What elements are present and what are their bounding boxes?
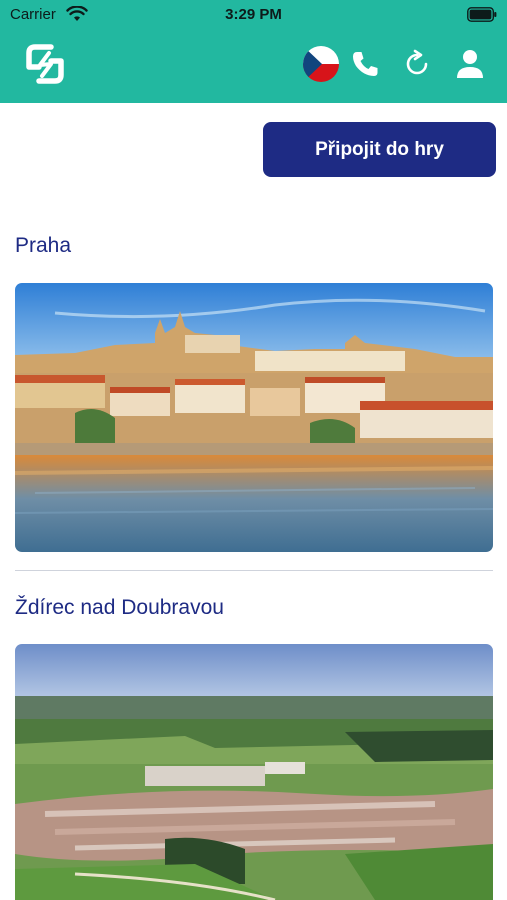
city-title-zdirec[interactable]: Ždírec nad Doubravou [15, 596, 224, 620]
city-title-praha[interactable]: Praha [15, 234, 71, 258]
czech-flag-icon[interactable] [303, 46, 339, 82]
status-time: 3:29 PM [225, 6, 282, 23]
city-image-praha[interactable] [15, 283, 493, 552]
app-logo-icon[interactable] [25, 43, 65, 85]
nav-bar [0, 30, 507, 103]
status-bar: Carrier 3:29 PM [0, 0, 507, 30]
phone-icon[interactable] [350, 49, 380, 79]
section-divider [15, 570, 493, 571]
join-game-button[interactable]: Připojit do hry [263, 122, 496, 177]
battery-icon [467, 7, 497, 22]
city-image-zdirec[interactable] [15, 644, 493, 900]
refresh-icon[interactable] [402, 49, 432, 79]
user-icon[interactable] [454, 48, 486, 80]
